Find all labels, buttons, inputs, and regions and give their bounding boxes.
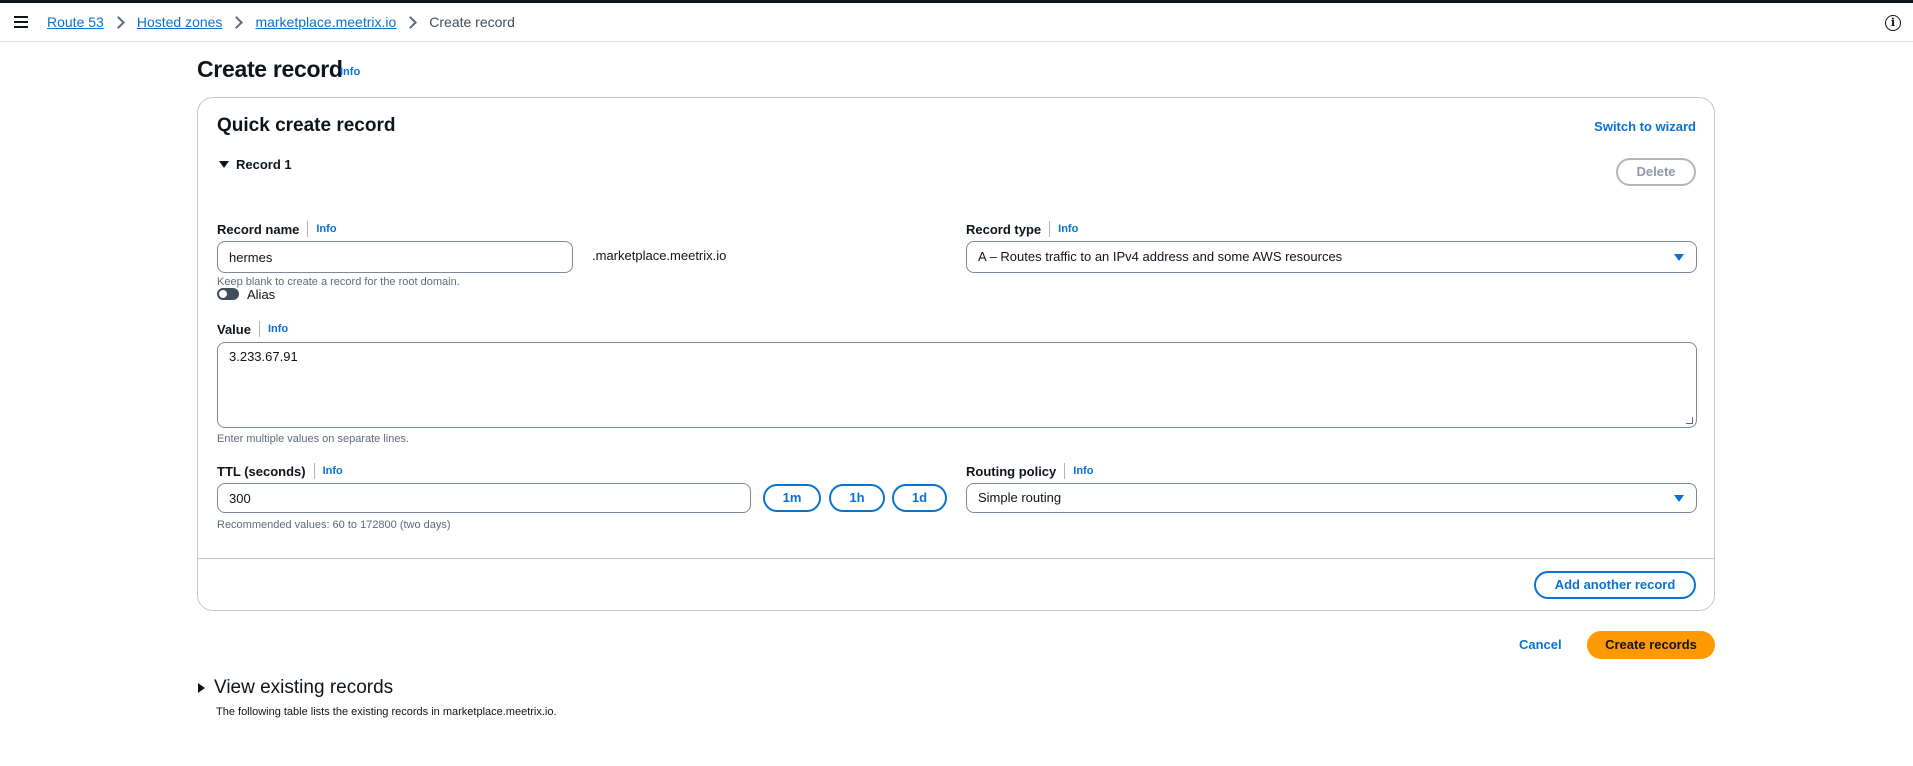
quick-create-card: Quick create record Switch to wizard Rec… xyxy=(197,97,1715,611)
routing-policy-label-text: Routing policy xyxy=(966,463,1057,479)
view-existing-title: View existing records xyxy=(214,677,394,698)
ttl-input[interactable] xyxy=(217,483,751,513)
card-title: Quick create record xyxy=(217,115,396,136)
domain-suffix: .marketplace.meetrix.io xyxy=(592,248,727,263)
ttl-1m-button[interactable]: 1m xyxy=(763,484,821,512)
record-name-label-text: Record name xyxy=(217,221,300,237)
chevron-right-icon xyxy=(404,15,418,29)
record-name-input[interactable] xyxy=(217,241,573,273)
chevron-right-icon xyxy=(230,15,244,29)
breadcrumb: Route 53 Hosted zones marketplace.meetri… xyxy=(47,14,515,30)
breadcrumb-zone[interactable]: marketplace.meetrix.io xyxy=(255,14,396,30)
routing-policy-selected: Simple routing xyxy=(978,490,1062,505)
value-info-link[interactable]: Info xyxy=(268,323,288,335)
ttl-hint: Recommended values: 60 to 172800 (two da… xyxy=(217,519,451,531)
breadcrumb-hosted-zones[interactable]: Hosted zones xyxy=(137,14,223,30)
record-1-expander[interactable]: Record 1 xyxy=(219,157,292,172)
caret-down-icon xyxy=(1674,254,1684,261)
view-existing-records-expander[interactable]: View existing records xyxy=(198,677,393,699)
top-navigation-bar: Route 53 Hosted zones marketplace.meetri… xyxy=(0,3,1913,42)
resize-handle-icon[interactable] xyxy=(1686,417,1693,424)
record-type-selected: A – Routes traffic to an IPv4 address an… xyxy=(978,249,1343,264)
value-text: 3.233.67.91 xyxy=(229,349,298,364)
routing-policy-select[interactable]: Simple routing xyxy=(966,483,1697,513)
chevron-right-icon xyxy=(111,15,125,29)
value-textarea[interactable]: 3.233.67.91 xyxy=(217,342,1697,428)
breadcrumb-current: Create record xyxy=(429,14,515,30)
add-another-record-button[interactable]: Add another record xyxy=(1534,571,1696,599)
ttl-label-text: TTL (seconds) xyxy=(217,463,306,479)
record-header: Record 1 xyxy=(236,157,292,172)
delete-button[interactable]: Delete xyxy=(1616,158,1696,186)
routing-policy-info-link[interactable]: Info xyxy=(1073,465,1093,477)
caret-right-icon xyxy=(198,683,205,693)
caret-down-icon xyxy=(219,161,229,168)
record-type-select[interactable]: A – Routes traffic to an IPv4 address an… xyxy=(966,241,1697,273)
record-name-label: Record name Info xyxy=(217,221,337,237)
ttl-label: TTL (seconds) Info xyxy=(217,463,343,479)
page-info-link[interactable]: Info xyxy=(340,66,360,78)
create-records-button[interactable]: Create records xyxy=(1587,631,1715,659)
record-type-label: Record type Info xyxy=(966,221,1078,237)
caret-down-icon xyxy=(1674,495,1684,502)
record-type-info-link[interactable]: Info xyxy=(1058,223,1078,235)
view-existing-description: The following table lists the existing r… xyxy=(216,706,557,718)
card-divider xyxy=(198,558,1714,559)
value-hint: Enter multiple values on separate lines. xyxy=(217,433,409,445)
info-circle-icon[interactable]: i xyxy=(1885,15,1901,31)
page-title: Create record xyxy=(197,56,343,82)
value-label-text: Value xyxy=(217,321,251,337)
menu-icon[interactable] xyxy=(14,16,28,28)
record-type-label-text: Record type xyxy=(966,221,1042,237)
value-label: Value Info xyxy=(217,321,288,337)
ttl-1h-button[interactable]: 1h xyxy=(829,484,885,512)
cancel-button[interactable]: Cancel xyxy=(1519,637,1562,652)
ttl-info-link[interactable]: Info xyxy=(323,465,343,477)
alias-label: Alias xyxy=(247,287,276,302)
switch-to-wizard-link[interactable]: Switch to wizard xyxy=(1594,119,1696,134)
alias-toggle[interactable] xyxy=(217,288,239,300)
routing-policy-label: Routing policy Info xyxy=(966,463,1093,479)
record-name-info-link[interactable]: Info xyxy=(316,223,336,235)
ttl-1d-button[interactable]: 1d xyxy=(892,484,947,512)
breadcrumb-route53[interactable]: Route 53 xyxy=(47,14,104,30)
